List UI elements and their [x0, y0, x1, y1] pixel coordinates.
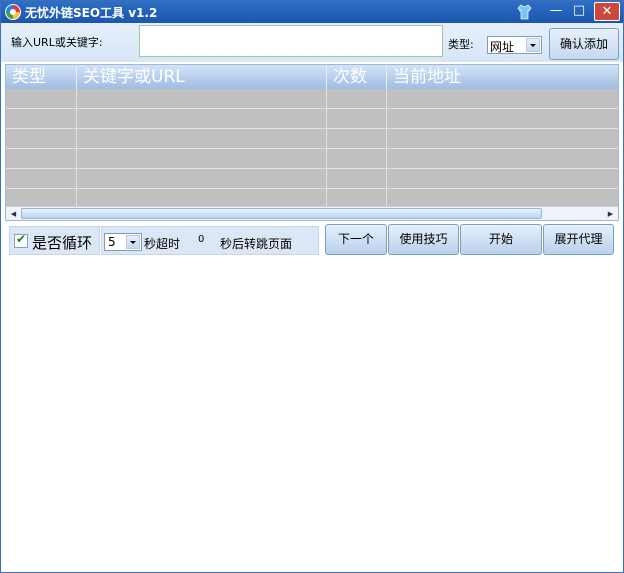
table-cell[interactable]: [6, 169, 77, 189]
next-button[interactable]: 下一个: [325, 224, 387, 255]
app-logo-icon: [5, 4, 21, 20]
table-cell[interactable]: [327, 149, 387, 169]
app-window: 无忧外链SEO工具 v1.2 — □ ✕ 输入URL或关键字: 类型: 网址 确…: [0, 0, 624, 573]
scrollbar-thumb[interactable]: [21, 208, 542, 219]
scroll-left-arrow-icon[interactable]: ◀: [7, 208, 20, 220]
task-table[interactable]: 类型 关键字或URL 次数 当前地址 ◀ ▶: [5, 64, 619, 221]
start-button[interactable]: 开始: [460, 224, 542, 255]
column-header-address[interactable]: 当前地址: [387, 65, 618, 89]
maximize-button[interactable]: □: [568, 2, 590, 21]
url-keyword-input[interactable]: [139, 25, 443, 57]
table-row[interactable]: [6, 169, 618, 189]
confirm-add-button[interactable]: 确认添加: [549, 28, 619, 60]
minimize-button[interactable]: —: [545, 2, 567, 21]
window-title: 无忧外链SEO工具 v1.2: [25, 6, 158, 20]
redirect-seconds-value: 0: [198, 234, 205, 245]
close-button[interactable]: ✕: [594, 2, 620, 21]
timeout-value: 5: [108, 235, 116, 249]
usage-tips-button[interactable]: 使用技巧: [388, 224, 459, 255]
table-cell[interactable]: [387, 89, 618, 109]
column-header-type[interactable]: 类型: [6, 65, 77, 89]
table-cell[interactable]: [387, 109, 618, 129]
scroll-right-arrow-icon[interactable]: ▶: [604, 208, 617, 220]
url-input-label: 输入URL或关键字:: [11, 36, 103, 49]
loop-checkbox[interactable]: ✔: [14, 232, 28, 248]
type-label: 类型:: [448, 38, 474, 51]
table-cell[interactable]: [327, 129, 387, 149]
redirect-label: 秒后转跳页面: [220, 237, 293, 251]
table-cell[interactable]: [77, 109, 327, 129]
timeout-dropdown[interactable]: 5: [104, 233, 142, 251]
type-selected-value: 网址: [490, 40, 515, 54]
title-bar[interactable]: 无忧外链SEO工具 v1.2 — □ ✕: [1, 1, 623, 23]
table-row[interactable]: [6, 89, 618, 109]
table-cell[interactable]: [77, 149, 327, 169]
table-cell[interactable]: [387, 149, 618, 169]
table-cell[interactable]: [77, 89, 327, 109]
shirt-skin-icon[interactable]: [517, 4, 532, 20]
loop-label[interactable]: 是否循环: [32, 232, 92, 253]
table-cell[interactable]: [387, 169, 618, 189]
timeout-label: 秒超时: [144, 237, 181, 251]
type-dropdown[interactable]: 网址: [487, 36, 542, 54]
checkmark-icon: ✔: [16, 232, 27, 246]
table-cell[interactable]: [327, 89, 387, 109]
table-cell[interactable]: [77, 129, 327, 149]
table-header: 类型 关键字或URL 次数 当前地址: [6, 65, 618, 89]
loop-option-group: ✔ 是否循环: [9, 226, 100, 255]
column-header-keyword[interactable]: 关键字或URL: [77, 65, 327, 89]
table-cell[interactable]: [6, 109, 77, 129]
chevron-down-icon[interactable]: [526, 38, 540, 52]
horizontal-scrollbar[interactable]: ◀ ▶: [6, 206, 618, 220]
table-cell[interactable]: [327, 169, 387, 189]
table-row[interactable]: [6, 149, 618, 169]
table-row[interactable]: [6, 109, 618, 129]
table-cell[interactable]: [6, 149, 77, 169]
expand-proxy-button[interactable]: 展开代理: [543, 224, 614, 255]
table-cell[interactable]: [327, 109, 387, 129]
table-cell[interactable]: [387, 129, 618, 149]
table-cell[interactable]: [77, 169, 327, 189]
input-toolbar: 输入URL或关键字: 类型: 网址 确认添加: [1, 23, 623, 62]
column-header-count[interactable]: 次数: [327, 65, 387, 89]
chevron-down-icon[interactable]: [126, 235, 140, 249]
table-cell[interactable]: [6, 129, 77, 149]
table-cell[interactable]: [6, 89, 77, 109]
table-row[interactable]: [6, 129, 618, 149]
timer-option-group: 5 秒超时 0 秒后转跳页面: [101, 226, 319, 255]
